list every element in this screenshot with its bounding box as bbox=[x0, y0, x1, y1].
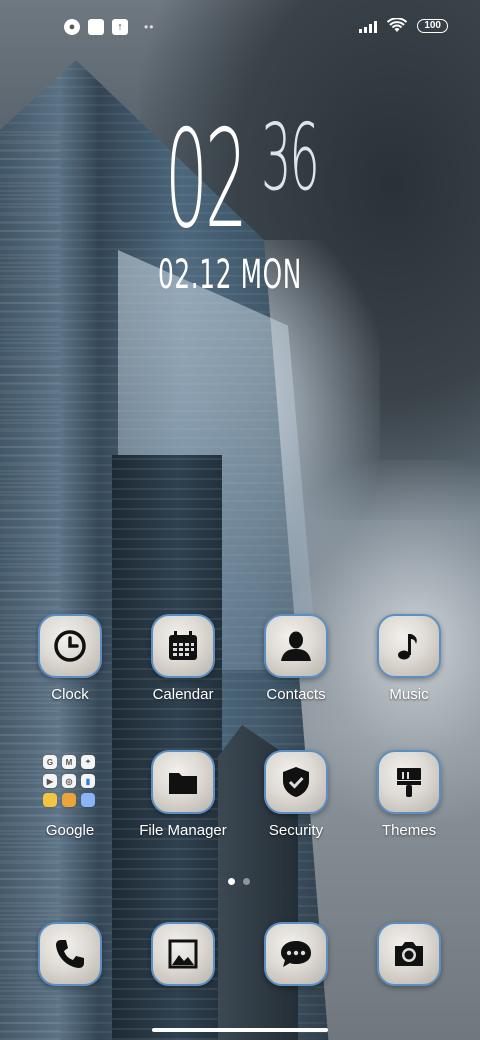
person-icon bbox=[281, 631, 311, 661]
paintbrush-icon bbox=[397, 768, 421, 797]
app-label: Security bbox=[268, 822, 324, 839]
chat-bubble-icon bbox=[281, 941, 311, 967]
app-folder-google[interactable]: G M ⌖ ▶ ◎ ▮ Google bbox=[15, 750, 125, 839]
music-note-icon bbox=[398, 634, 417, 660]
more-dots-icon: •• bbox=[144, 20, 155, 34]
upload-icon: ↑ bbox=[112, 19, 128, 35]
page-dot[interactable] bbox=[243, 878, 250, 885]
page-dot-active[interactable] bbox=[228, 878, 235, 885]
folder-icon: G M ⌖ ▶ ◎ ▮ bbox=[43, 755, 97, 809]
app-security[interactable]: Security bbox=[241, 750, 351, 839]
app-label: Calendar bbox=[152, 686, 214, 703]
app-contacts[interactable]: Contacts bbox=[241, 614, 351, 703]
calendar-icon bbox=[169, 631, 197, 660]
dock-messages[interactable] bbox=[241, 922, 351, 986]
app-label: Themes bbox=[381, 822, 437, 839]
app-label: Clock bbox=[51, 686, 89, 703]
date-label: 02.12 MON bbox=[158, 252, 302, 298]
status-bar: ● ↑ •• 100 bbox=[64, 16, 448, 40]
app-label: Music bbox=[389, 686, 429, 703]
app-notification-icon: ● bbox=[64, 19, 80, 35]
dock-camera[interactable] bbox=[354, 922, 464, 986]
dock-gallery[interactable] bbox=[128, 922, 238, 986]
phone-icon bbox=[56, 940, 84, 968]
square-notification-icon bbox=[88, 19, 104, 35]
shield-icon bbox=[283, 767, 309, 797]
app-label: Contacts bbox=[266, 686, 326, 703]
signal-icon bbox=[359, 19, 378, 33]
app-music[interactable]: Music bbox=[354, 614, 464, 703]
app-clock[interactable]: Clock bbox=[15, 614, 125, 703]
camera-icon bbox=[395, 942, 423, 966]
app-label: Google bbox=[45, 822, 95, 839]
app-file-manager[interactable]: File Manager bbox=[128, 750, 238, 839]
page-indicator[interactable] bbox=[228, 878, 250, 885]
app-themes[interactable]: Themes bbox=[354, 750, 464, 839]
battery-indicator: 100 bbox=[417, 19, 448, 33]
clock-hours: 02 bbox=[165, 101, 248, 258]
app-calendar[interactable]: Calendar bbox=[128, 614, 238, 703]
folder-icon bbox=[169, 773, 197, 794]
image-icon bbox=[168, 939, 198, 969]
home-gesture-bar[interactable] bbox=[152, 1028, 328, 1032]
clock-icon bbox=[54, 630, 86, 662]
dock-phone[interactable] bbox=[15, 922, 125, 986]
wifi-icon bbox=[387, 18, 408, 32]
clock-minutes: 36 bbox=[261, 104, 320, 211]
app-label: File Manager bbox=[139, 822, 227, 839]
